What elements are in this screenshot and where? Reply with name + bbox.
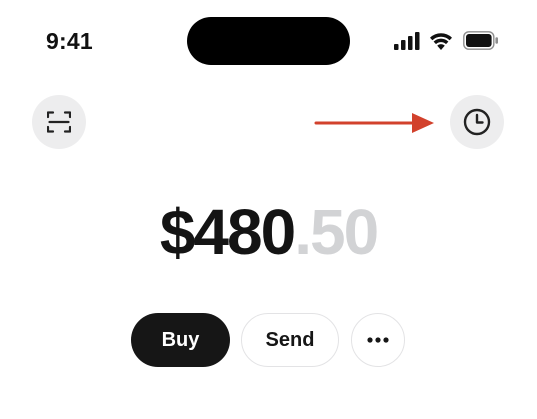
cellular-signal-icon <box>394 32 420 55</box>
buy-button[interactable]: Buy <box>131 313 230 367</box>
more-button[interactable] <box>351 313 405 367</box>
more-dots-icon <box>367 337 389 343</box>
battery-icon <box>463 31 499 55</box>
balance-whole: $480 <box>159 196 296 268</box>
history-button[interactable] <box>450 95 504 149</box>
wallet-screen: 9:41 $480.50 Buy Send <box>0 0 537 419</box>
dynamic-island <box>187 17 350 65</box>
status-time: 9:41 <box>46 28 93 54</box>
wifi-icon <box>429 31 453 55</box>
send-button[interactable]: Send <box>241 313 339 367</box>
status-icons <box>394 31 504 51</box>
balance-cents: .50 <box>294 196 379 268</box>
history-clock-icon <box>463 108 491 136</box>
scan-button[interactable] <box>32 95 86 149</box>
balance-amount: $480.50 <box>0 196 537 268</box>
red-arrow-icon <box>314 109 436 142</box>
scan-icon <box>47 111 71 133</box>
